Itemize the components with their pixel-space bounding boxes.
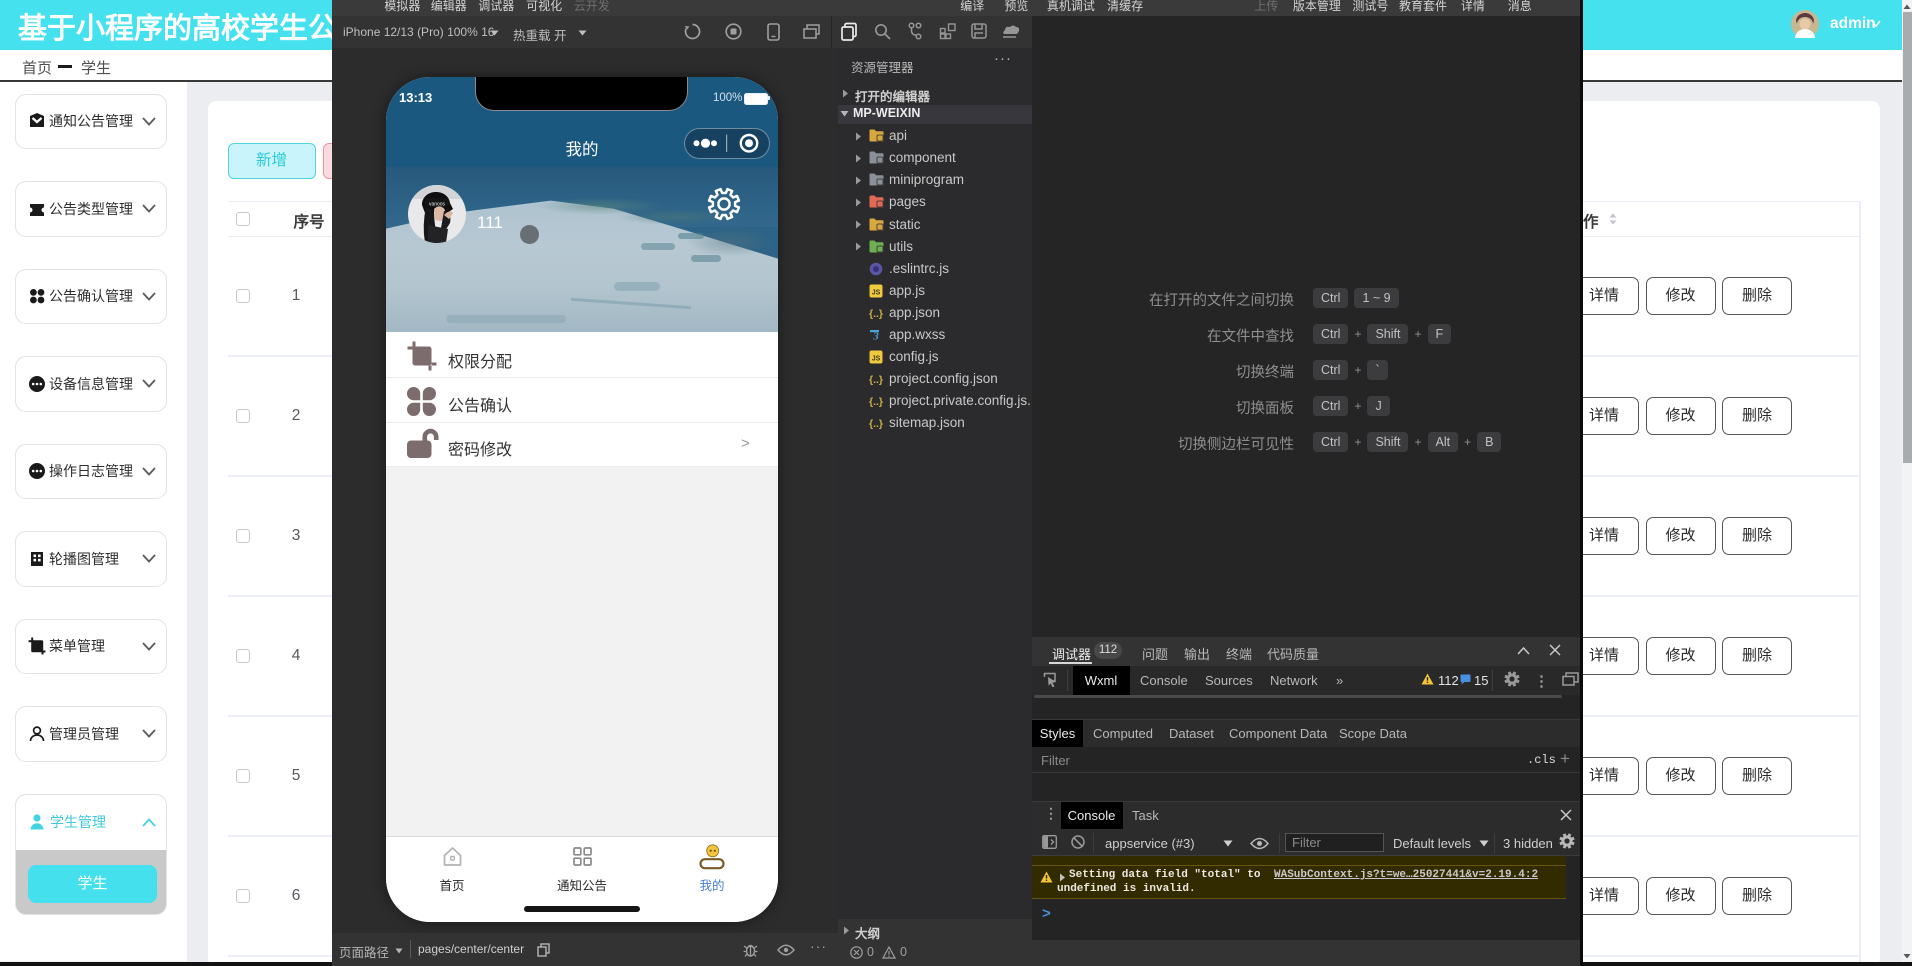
svg-text:{..}: {..}	[869, 374, 883, 386]
svg-text:3: 3	[872, 331, 879, 343]
svg-text:{..}: {..}	[869, 418, 883, 430]
svg-text:JS: JS	[871, 289, 880, 296]
svg-text:{..}: {..}	[869, 396, 883, 408]
svg-text:{..}: {..}	[869, 308, 883, 320]
svg-text:JS: JS	[871, 356, 880, 363]
svg-text:vanoos: vanoos	[429, 201, 446, 207]
